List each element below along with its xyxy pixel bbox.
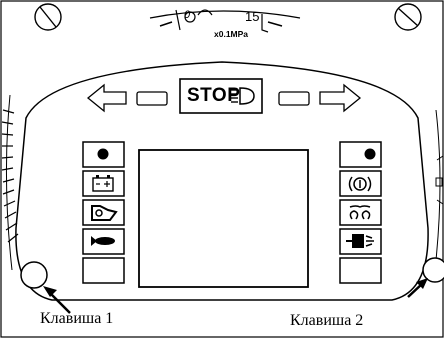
caption-key-1: Клавиша 1	[40, 310, 114, 327]
left-lamp-slot	[136, 91, 168, 106]
screw-top-left	[34, 3, 62, 31]
turn-left-arrow-icon	[86, 83, 127, 113]
right-indicator-column	[339, 141, 382, 284]
right-gauge-scale	[435, 109, 444, 261]
left-slot-5	[82, 257, 125, 284]
indicator-dot-icon	[97, 148, 109, 160]
gauge-zero-label: 0	[184, 9, 191, 21]
dashboard-diagram: 0 x0.1MPa 15 STOP Клавиша 1 Клавиша 2	[0, 0, 444, 338]
key-2-button[interactable]	[422, 257, 444, 283]
left-slot-3	[82, 199, 125, 226]
caption-key-2: Клавиша 2	[290, 312, 364, 329]
stop-label: STOP	[187, 85, 241, 106]
central-display	[138, 149, 309, 288]
key-1-button[interactable]	[20, 261, 48, 289]
dashboard-drawing: 0 x0.1MPa 15	[0, 0, 444, 338]
screw-top-right	[394, 3, 422, 31]
right-slot-3	[339, 199, 382, 226]
right-lamp-slot	[278, 91, 310, 106]
indicator-dot-icon	[364, 148, 376, 160]
gauge-scale-value: 15	[245, 9, 259, 24]
right-slot-5	[339, 257, 382, 284]
gauge-unit-label: x0.1MPa	[214, 29, 248, 39]
turn-right-arrow-icon	[319, 83, 362, 113]
stop-label-container: STOP	[180, 79, 262, 113]
left-slot-2	[82, 170, 125, 197]
left-indicator-column	[82, 141, 125, 284]
